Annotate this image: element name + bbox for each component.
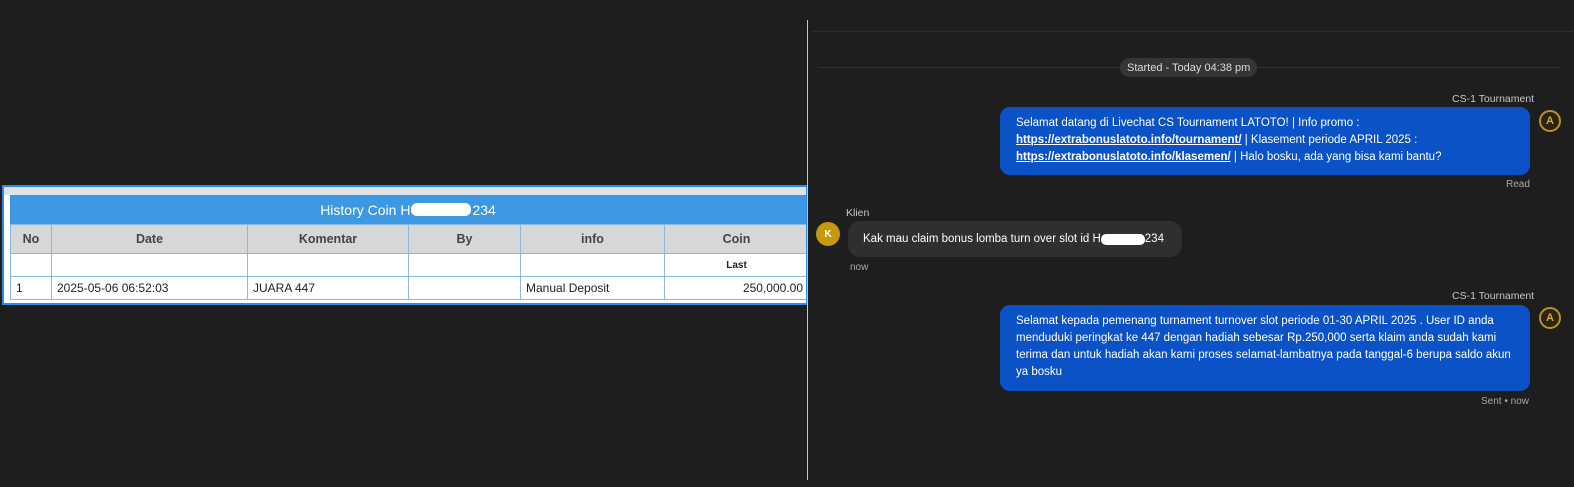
chat-started-badge: Started - Today 04:38 pm bbox=[1120, 58, 1258, 77]
message-text: | Halo bosku, ada yang bisa kami bantu? bbox=[1230, 151, 1442, 163]
agent-avatar: A bbox=[1539, 307, 1561, 329]
agent-avatar: A bbox=[1539, 110, 1561, 132]
cell-date: 2025-05-06 06:52:03 bbox=[51, 276, 248, 300]
redacted-user-id bbox=[1100, 233, 1145, 245]
client-avatar: K bbox=[816, 222, 840, 246]
column-header-info[interactable]: info bbox=[520, 224, 665, 254]
klasemen-link[interactable]: https://extrabonuslatoto.info/klasemen/ bbox=[1016, 151, 1231, 163]
tournament-link[interactable]: https://extrabonuslatoto.info/tournament… bbox=[1016, 134, 1242, 146]
read-status: Read bbox=[1506, 179, 1530, 190]
empty-cell bbox=[51, 253, 248, 277]
chat-header-divider bbox=[812, 31, 1574, 32]
history-title: History Coin H 234 bbox=[10, 195, 806, 224]
client-message-bubble: Kak mau claim bonus lomba turn over slot… bbox=[848, 221, 1182, 257]
history-coin-panel: History Coin H 234 No Date Komentar By i… bbox=[2, 185, 808, 305]
client-message-suffix: 234 bbox=[1144, 233, 1164, 245]
agent-sender-name: CS-1 Tournament bbox=[1452, 290, 1535, 302]
message-text: Selamat kepada pemenang turnament turnov… bbox=[1016, 315, 1511, 378]
empty-cell bbox=[247, 253, 409, 277]
empty-cell bbox=[408, 253, 521, 277]
empty-cell bbox=[520, 253, 665, 277]
column-header-coin[interactable]: Coin bbox=[664, 224, 806, 254]
column-header-komentar[interactable]: Komentar bbox=[247, 224, 409, 254]
column-header-no[interactable]: No bbox=[10, 224, 52, 254]
table-header-row: No Date Komentar By info Coin bbox=[10, 224, 806, 254]
cell-no: 1 bbox=[10, 276, 52, 300]
client-message-time: now bbox=[850, 262, 869, 273]
empty-cell bbox=[10, 253, 52, 277]
table-row: 1 2025-05-06 06:52:03 JUARA 447 Manual D… bbox=[10, 276, 806, 300]
panel-divider bbox=[807, 20, 808, 480]
redacted-user-id bbox=[411, 203, 472, 216]
agent-message-bubble: Selamat kepada pemenang turnament turnov… bbox=[1000, 305, 1530, 391]
client-message-text: Kak mau claim bonus lomba turn over slot… bbox=[863, 233, 1101, 245]
message-text: | Klasement periode APRIL 2025 : bbox=[1241, 134, 1418, 146]
panel-top-strip bbox=[4, 187, 806, 195]
sent-status: Sent • now bbox=[1481, 396, 1529, 407]
cell-coin: 250,000.00 bbox=[664, 276, 806, 300]
history-title-suffix: 234 bbox=[472, 201, 496, 218]
cell-by bbox=[408, 276, 521, 300]
column-header-by[interactable]: By bbox=[408, 224, 521, 254]
last-label: Last bbox=[664, 253, 806, 277]
cell-info: Manual Deposit bbox=[520, 276, 665, 300]
cell-komentar: JUARA 447 bbox=[247, 276, 409, 300]
last-row: Last bbox=[10, 253, 806, 277]
history-table: No Date Komentar By info Coin Last 1 202… bbox=[10, 224, 806, 300]
message-text: Selamat datang di Livechat CS Tournament… bbox=[1016, 117, 1360, 129]
agent-sender-name: CS-1 Tournament bbox=[1452, 93, 1535, 105]
client-sender-name: Klien bbox=[846, 207, 870, 219]
column-header-date[interactable]: Date bbox=[51, 224, 248, 254]
agent-message-bubble: Selamat datang di Livechat CS Tournament… bbox=[1000, 107, 1530, 175]
history-title-prefix: History Coin H bbox=[320, 201, 411, 218]
